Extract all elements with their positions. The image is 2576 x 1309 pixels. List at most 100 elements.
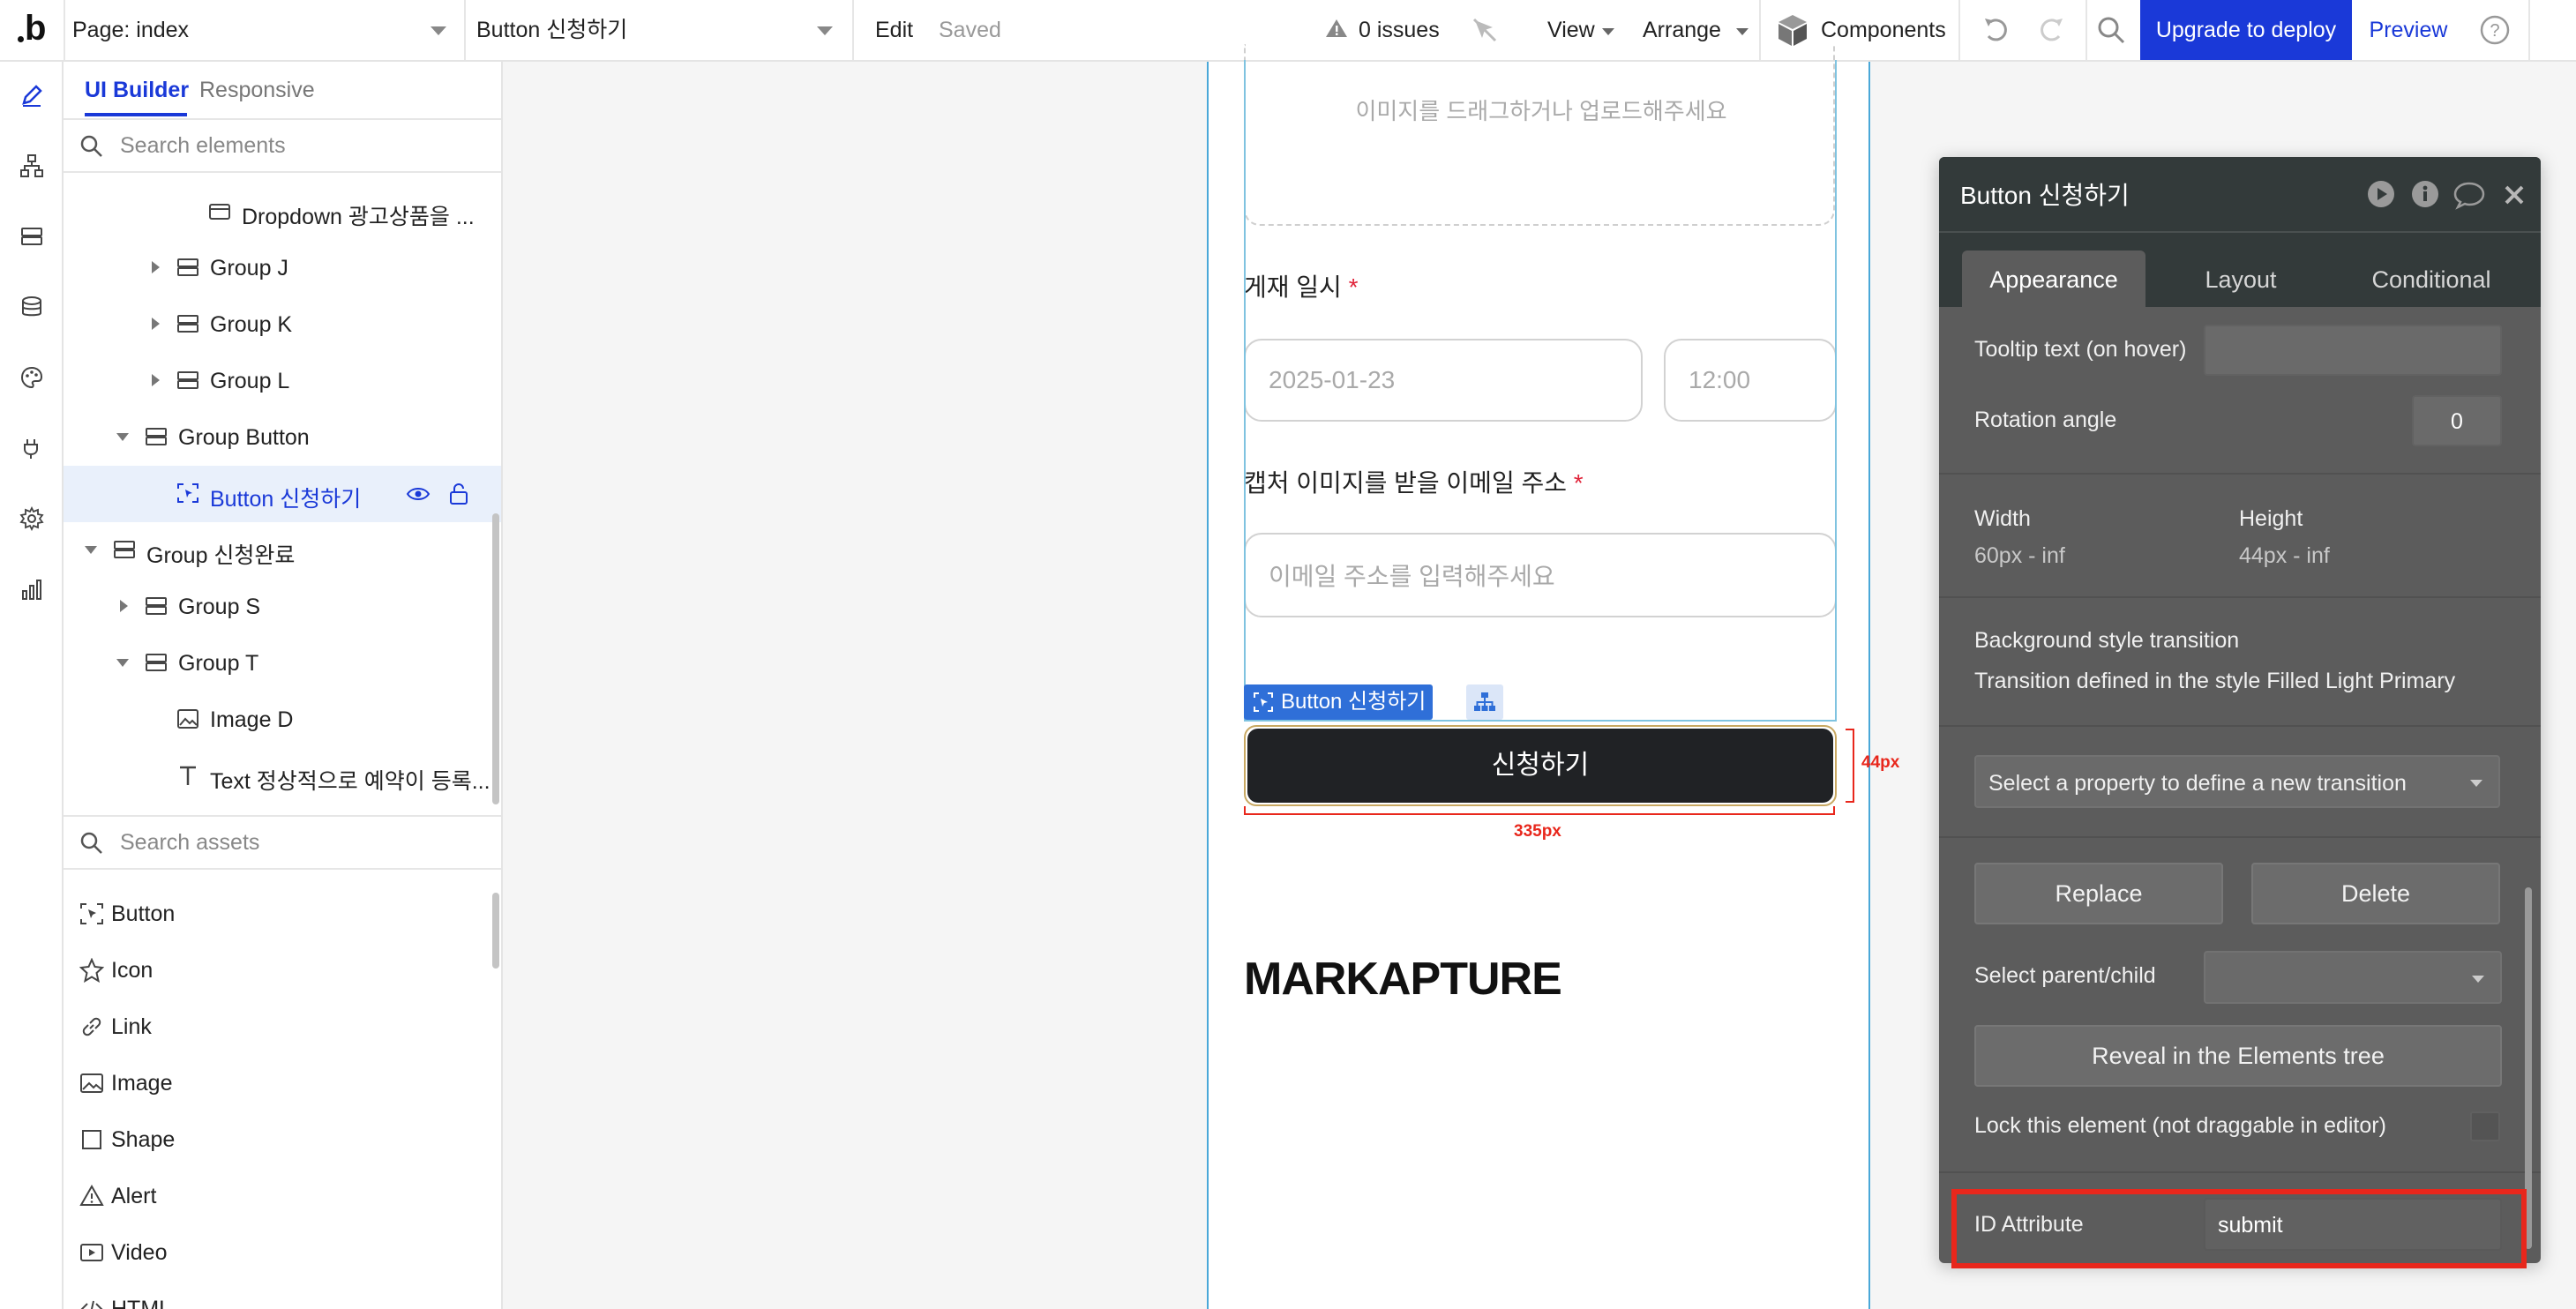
expand-arrow-icon[interactable]: [152, 261, 160, 273]
divider: [1939, 1171, 2541, 1173]
group-icon: [177, 371, 198, 389]
unlock-icon[interactable]: [448, 482, 469, 506]
eye-icon[interactable]: [406, 485, 431, 503]
play-icon[interactable]: [2366, 179, 2396, 209]
preview-button[interactable]: Preview: [2352, 0, 2465, 60]
tab-ui-builder[interactable]: UI Builder: [85, 78, 189, 103]
tree-item-group-complete[interactable]: Group 신청완료: [64, 522, 501, 579]
tab-layout[interactable]: Layout: [2153, 251, 2329, 309]
transition-property-select[interactable]: Select a property to define a new transi…: [1974, 755, 2500, 808]
left-tool-rail: [0, 62, 64, 1309]
asset-html[interactable]: HTML: [64, 1281, 487, 1309]
tab-responsive[interactable]: Responsive: [199, 78, 315, 103]
rotation-input[interactable]: 0: [2412, 395, 2502, 446]
design-pencil-icon[interactable]: [14, 78, 49, 113]
parent-child-select[interactable]: [2204, 951, 2502, 1004]
collapse-arrow-icon[interactable]: [116, 433, 129, 441]
data-storage-icon[interactable]: [14, 219, 49, 254]
search-elements-input[interactable]: Search elements: [120, 133, 286, 159]
tooltip-input[interactable]: [2204, 325, 2502, 376]
reveal-in-tree-button[interactable]: Reveal in the Elements tree: [1974, 1025, 2502, 1087]
lock-element-checkbox[interactable]: [2470, 1111, 2500, 1141]
tab-conditional[interactable]: Conditional: [2340, 251, 2523, 309]
undo-icon[interactable]: [1981, 15, 2011, 45]
comment-icon[interactable]: [2452, 180, 2486, 210]
width-dimension-label: 335px: [1514, 822, 1561, 841]
settings-gear-icon[interactable]: [14, 501, 49, 536]
tree-item-label: Text 정상적으로 예약이 등록...: [210, 769, 490, 794]
lock-element-label: Lock this element (not draggable in edit…: [1974, 1113, 2386, 1138]
hierarchy-tag[interactable]: [1466, 684, 1503, 720]
tree-item-group-s[interactable]: Group S: [64, 579, 501, 635]
asset-alert[interactable]: Alert: [64, 1168, 487, 1224]
asset-button[interactable]: Button: [64, 886, 487, 942]
separator: [2086, 0, 2087, 60]
redo-icon[interactable]: [2036, 15, 2066, 45]
tree-item-image-d[interactable]: Image D: [64, 692, 501, 748]
tree-scrollbar[interactable]: [492, 513, 499, 804]
database-icon[interactable]: [14, 289, 49, 325]
video-icon: [80, 1244, 103, 1261]
asset-image[interactable]: Image: [64, 1055, 487, 1111]
close-icon[interactable]: [2502, 183, 2527, 207]
search-assets-input[interactable]: Search assets: [120, 830, 259, 856]
edit-menu[interactable]: Edit: [875, 0, 913, 60]
asset-shape[interactable]: Shape: [64, 1111, 487, 1168]
tree-item-label: Dropdown 광고상품을 ...: [242, 205, 475, 229]
height-value: 44px - inf: [2239, 543, 2330, 568]
help-icon[interactable]: ?: [2479, 14, 2511, 46]
tree-item-group-button[interactable]: Group Button: [64, 409, 501, 466]
tree-item-text[interactable]: Text 정상적으로 예약이 등록...: [64, 748, 501, 804]
element-select-value: Button 신청하기: [476, 18, 628, 42]
search-icon: [80, 135, 102, 157]
tree-item-label: Group K: [210, 312, 293, 337]
tree-item-group-j[interactable]: Group J: [64, 240, 501, 296]
editor-header[interactable]: Button 신청하기: [1939, 157, 2541, 231]
separator: [1958, 0, 1960, 60]
tree-item-button-selected[interactable]: Button 신청하기: [64, 466, 501, 522]
info-icon[interactable]: [2410, 179, 2440, 209]
selected-element-tag[interactable]: Button 신청하기: [1244, 684, 1434, 720]
tab-appearance[interactable]: Appearance: [1962, 251, 2145, 309]
upgrade-to-deploy-button[interactable]: Upgrade to deploy: [2140, 0, 2352, 60]
plugin-icon[interactable]: [14, 430, 49, 466]
asset-link[interactable]: Link: [64, 999, 487, 1055]
group-selection-frame: [1244, 60, 1837, 722]
tree-item-group-k[interactable]: Group K: [64, 296, 501, 353]
delete-button[interactable]: Delete: [2251, 863, 2500, 924]
page-select[interactable]: Page: index: [65, 0, 462, 60]
collapse-arrow-icon[interactable]: [85, 546, 97, 554]
element-select[interactable]: Button 신청하기: [466, 0, 850, 60]
warning-icon: [1326, 19, 1347, 37]
expand-arrow-icon[interactable]: [152, 318, 160, 330]
replace-button[interactable]: Replace: [1974, 863, 2223, 924]
group-icon: [146, 428, 167, 445]
collapse-arrow-icon[interactable]: [116, 659, 129, 667]
tree-item-group-l[interactable]: Group L: [64, 353, 501, 409]
tree-item-label: Button 신청하기: [210, 487, 362, 512]
search-icon[interactable]: [2096, 15, 2126, 45]
tree-item-label: Image D: [210, 707, 294, 732]
asset-icon[interactable]: Icon: [64, 942, 487, 999]
asset-label: Button: [111, 901, 176, 926]
button-icon: [1254, 692, 1273, 712]
expand-arrow-icon[interactable]: [120, 600, 128, 612]
alert-icon: [79, 1184, 104, 1206]
separator: [852, 0, 854, 60]
tree-item-dropdown[interactable]: Dropdown 광고상품을 ...: [64, 183, 501, 240]
tooltip-label: Tooltip text (on hover): [1974, 337, 2187, 362]
workflow-icon[interactable]: [14, 148, 49, 183]
expand-arrow-icon[interactable]: [152, 374, 160, 386]
analytics-chart-icon[interactable]: [14, 572, 49, 607]
transition-select-value: Select a property to define a new transi…: [1988, 771, 2407, 796]
inspect-cursor-icon[interactable]: [1471, 17, 1498, 43]
asset-video[interactable]: Video: [64, 1224, 487, 1281]
bubble-logo[interactable]: b: [11, 7, 55, 53]
logo-dot: [18, 36, 24, 42]
asset-label: Image: [111, 1071, 173, 1096]
submit-button[interactable]: 신청하기: [1247, 729, 1833, 803]
palette-icon[interactable]: [14, 360, 49, 395]
tree-item-group-t[interactable]: Group T: [64, 635, 501, 692]
assets-scrollbar[interactable]: [492, 893, 499, 969]
height-dimension-label: 44px: [1861, 753, 1900, 772]
